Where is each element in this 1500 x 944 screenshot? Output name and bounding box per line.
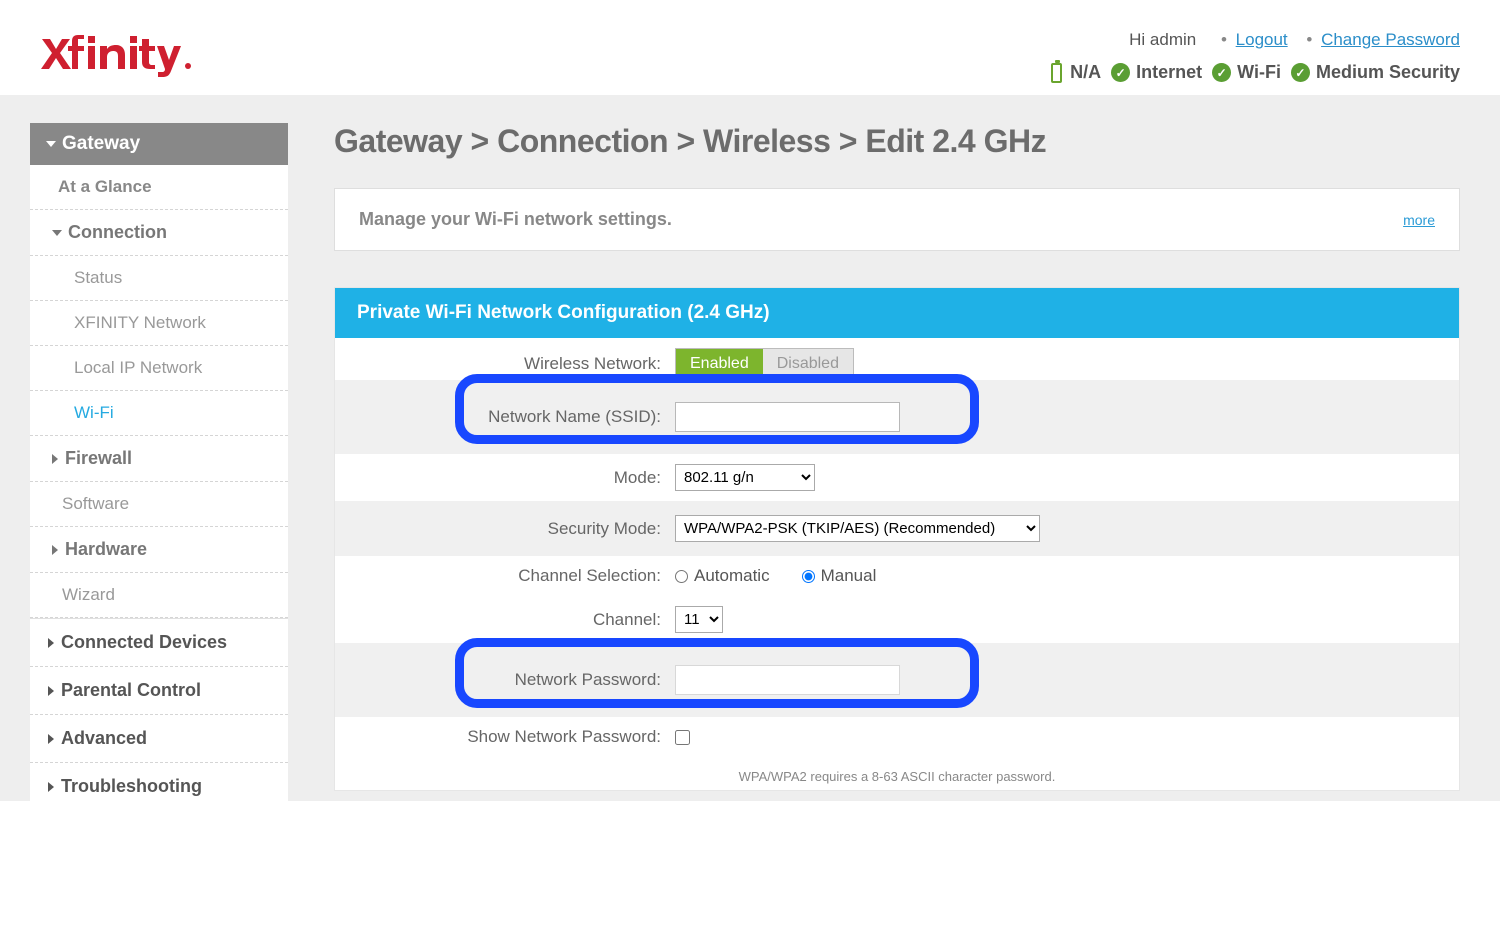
main-content: Gateway > Connection > Wireless > Edit 2… xyxy=(288,123,1460,791)
sidebar-item-gateway[interactable]: Gateway xyxy=(30,123,288,165)
row-mode: Mode: 802.11 g/n xyxy=(335,454,1459,501)
sidebar-item-hardware[interactable]: Hardware xyxy=(30,527,288,573)
check-icon: ✓ xyxy=(1111,63,1130,82)
security-mode-label: Security Mode: xyxy=(335,519,675,539)
row-channel: Channel: 11 xyxy=(335,596,1459,643)
channel-selection-label: Channel Selection: xyxy=(335,566,675,586)
row-channel-selection: Channel Selection: Automatic Manual xyxy=(335,556,1459,596)
show-password-checkbox[interactable] xyxy=(675,730,690,745)
info-more-link[interactable]: more xyxy=(1403,212,1435,228)
show-password-label: Show Network Password: xyxy=(335,727,675,747)
caret-right-icon xyxy=(48,734,54,744)
sidebar-item-at-a-glance[interactable]: At a Glance xyxy=(30,165,288,210)
toggle-disabled[interactable]: Disabled xyxy=(763,349,853,379)
toggle-enabled[interactable]: Enabled xyxy=(676,349,763,379)
caret-down-icon xyxy=(46,141,56,147)
ssid-label: Network Name (SSID): xyxy=(335,407,675,427)
check-icon: ✓ xyxy=(1212,63,1231,82)
caret-right-icon xyxy=(52,545,58,555)
change-password-link[interactable]: Change Password xyxy=(1321,30,1460,49)
internet-status: ✓ Internet xyxy=(1111,62,1202,83)
page-header: Hi admin • Logout • Change Password N/A … xyxy=(0,0,1500,95)
sidebar-item-wizard[interactable]: Wizard xyxy=(30,573,288,618)
channel-auto-radio[interactable]: Automatic xyxy=(675,566,770,586)
channel-label: Channel: xyxy=(335,610,675,630)
check-icon: ✓ xyxy=(1291,63,1310,82)
status-bar: N/A ✓ Internet ✓ Wi-Fi ✓ Medium Security xyxy=(1051,62,1460,83)
xfinity-logo xyxy=(40,35,195,77)
battery-icon xyxy=(1051,63,1062,83)
greeting-text: Hi admin xyxy=(1129,30,1196,49)
sidebar-item-connection[interactable]: Connection xyxy=(30,210,288,256)
sidebar-item-local-ip[interactable]: Local IP Network xyxy=(30,346,288,391)
sidebar-item-firewall[interactable]: Firewall xyxy=(30,436,288,482)
sidebar-item-advanced[interactable]: Advanced xyxy=(30,715,288,763)
password-hint: WPA/WPA2 requires a 8-63 ASCII character… xyxy=(335,757,1459,790)
info-box: Manage your Wi-Fi network settings. more xyxy=(334,188,1460,251)
wireless-network-toggle[interactable]: Enabled Disabled xyxy=(675,348,854,380)
breadcrumb-title: Gateway > Connection > Wireless > Edit 2… xyxy=(334,123,1460,160)
caret-right-icon xyxy=(48,782,54,792)
sidebar-item-wifi[interactable]: Wi-Fi xyxy=(30,391,288,436)
row-show-password: Show Network Password: xyxy=(335,717,1459,757)
row-security-mode: Security Mode: WPA/WPA2-PSK (TKIP/AES) (… xyxy=(335,501,1459,556)
row-wireless-network: Wireless Network: Enabled Disabled xyxy=(335,338,1459,380)
wireless-network-label: Wireless Network: xyxy=(335,354,675,374)
sidebar-group-connection: Connection Status XFINITY Network Local … xyxy=(30,210,288,436)
sidebar-item-xfinity-network[interactable]: XFINITY Network xyxy=(30,301,288,346)
user-bar: Hi admin • Logout • Change Password xyxy=(1051,30,1460,50)
caret-right-icon xyxy=(48,686,54,696)
security-status: ✓ Medium Security xyxy=(1291,62,1460,83)
row-ssid: Network Name (SSID): xyxy=(335,380,1459,454)
wifi-status: ✓ Wi-Fi xyxy=(1212,62,1281,83)
password-input[interactable] xyxy=(675,665,900,695)
caret-right-icon xyxy=(52,454,58,464)
row-password: Network Password: xyxy=(335,643,1459,717)
channel-manual-radio[interactable]: Manual xyxy=(802,566,877,586)
password-label: Network Password: xyxy=(335,670,675,690)
panel-header: Private Wi-Fi Network Configuration (2.4… xyxy=(335,288,1459,338)
battery-status: N/A xyxy=(1051,62,1101,83)
caret-right-icon xyxy=(48,638,54,648)
channel-select[interactable]: 11 xyxy=(675,606,723,633)
mode-label: Mode: xyxy=(335,468,675,488)
security-mode-select[interactable]: WPA/WPA2-PSK (TKIP/AES) (Recommended) xyxy=(675,515,1040,542)
mode-select[interactable]: 802.11 g/n xyxy=(675,464,815,491)
sidebar-item-status[interactable]: Status xyxy=(30,256,288,301)
logout-link[interactable]: Logout xyxy=(1236,30,1288,49)
caret-down-icon xyxy=(52,230,62,236)
info-description: Manage your Wi-Fi network settings. xyxy=(359,209,672,230)
sidebar-item-software[interactable]: Software xyxy=(30,482,288,527)
sidebar-item-parental-control[interactable]: Parental Control xyxy=(30,667,288,715)
sidebar-item-troubleshooting[interactable]: Troubleshooting xyxy=(30,763,288,801)
sidebar-item-connected-devices[interactable]: Connected Devices xyxy=(30,619,288,667)
ssid-input[interactable] xyxy=(675,402,900,432)
wifi-config-panel: Private Wi-Fi Network Configuration (2.4… xyxy=(334,287,1460,791)
sidebar-nav: Gateway At a Glance Connection Status XF… xyxy=(30,123,288,801)
